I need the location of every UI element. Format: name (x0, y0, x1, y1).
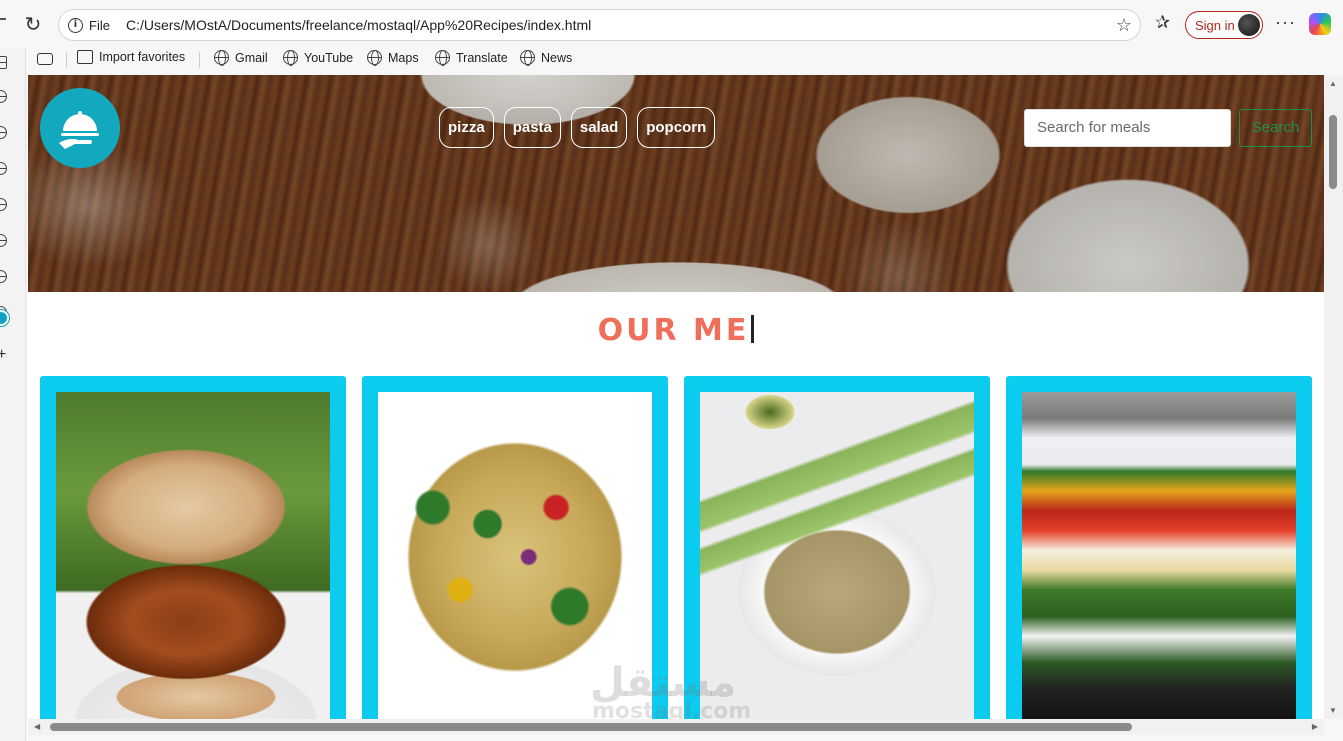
quinoa-salad-photo[interactable] (700, 392, 974, 719)
burger-photo[interactable] (56, 392, 330, 719)
address-bar[interactable]: i File C:/Users/MOstA/Documents/freelanc… (58, 9, 1141, 41)
vertical-scrollbar[interactable]: ▲ ▼ (1324, 75, 1343, 719)
globe-tab-icon[interactable] (0, 90, 7, 103)
bookmark-translate[interactable]: Translate (435, 50, 508, 66)
sign-in-label: Sign in (1195, 17, 1235, 33)
tab-icon[interactable] (0, 56, 7, 69)
reading-view-icon[interactable] (37, 53, 53, 65)
globe-tab-icon[interactable] (0, 270, 7, 283)
category-buttons: pizza pasta salad popcorn (439, 107, 716, 148)
bookmark-news[interactable]: News (520, 50, 573, 66)
bookmark-label: Maps (388, 50, 419, 65)
layered-jar-salad-photo[interactable] (1022, 392, 1296, 719)
bookmark-gmail[interactable]: Gmail (214, 50, 268, 66)
meal-card[interactable] (684, 376, 990, 719)
serving-cloche-icon (59, 111, 99, 149)
bookmark-youtube[interactable]: YouTube (283, 50, 354, 66)
globe-tab-icon[interactable] (0, 234, 7, 247)
sign-in-button[interactable]: Sign in (1185, 11, 1263, 39)
globe-tab-icon[interactable] (0, 162, 7, 175)
bookmark-import-favorites[interactable]: Import favorites (77, 50, 185, 64)
category-pizza-button[interactable]: pizza (439, 107, 494, 148)
browser-window: ↻ i File C:/Users/MOstA/Documents/freela… (0, 0, 1343, 741)
scroll-left-icon[interactable]: ◀ (34, 722, 40, 731)
bookmark-label: Import favorites (99, 50, 186, 64)
pasta-salad-photo[interactable] (378, 392, 652, 719)
bookmark-label: Gmail (235, 50, 268, 65)
bookmark-separator (199, 52, 200, 68)
globe-icon (214, 50, 229, 66)
bookmark-label: YouTube (304, 50, 354, 65)
url-text[interactable]: C:/Users/MOstA/Documents/freelance/mosta… (126, 17, 591, 33)
reload-icon[interactable]: ↻ (22, 13, 44, 35)
meal-search-input[interactable]: Search for meals (1024, 109, 1231, 147)
bookmark-label: News (541, 50, 573, 65)
category-salad-button[interactable]: salad (570, 107, 628, 148)
globe-icon (283, 50, 298, 66)
address-row: ↻ i File C:/Users/MOstA/Documents/freela… (0, 0, 1343, 48)
vertical-tabs-sidebar: + (0, 48, 26, 741)
bookmark-label: Translate (456, 50, 508, 65)
horizontal-scroll-thumb[interactable] (50, 723, 1132, 731)
logo[interactable] (40, 88, 120, 168)
copilot-icon[interactable] (1309, 13, 1331, 35)
active-tab-icon[interactable] (0, 310, 9, 326)
scroll-down-icon[interactable]: ▼ (1329, 706, 1337, 715)
section-title-text: OUR ME (597, 313, 750, 348)
horizontal-scrollbar[interactable]: ◀ ▶ (28, 719, 1324, 735)
bookmark-separator (66, 52, 67, 68)
back-icon[interactable] (0, 18, 6, 20)
globe-icon (435, 50, 450, 66)
category-popcorn-button[interactable]: popcorn (637, 107, 716, 148)
page-viewport: pizza pasta salad popcorn Search for mea… (28, 75, 1324, 719)
section-title: OUR ME (28, 313, 1324, 348)
watermark-latin: mostaql.com (592, 699, 752, 719)
typing-cursor (751, 315, 755, 343)
info-icon[interactable]: i (68, 17, 83, 33)
meal-card[interactable] (362, 376, 668, 719)
vertical-scroll-thumb[interactable] (1329, 115, 1337, 189)
category-pasta-button[interactable]: pasta (503, 107, 561, 148)
file-label: File (89, 17, 110, 33)
globe-tab-icon[interactable] (0, 126, 7, 139)
search-button[interactable]: Search (1239, 109, 1312, 147)
new-tab-plus-icon[interactable]: + (0, 346, 6, 364)
more-options-icon[interactable]: ··· (1275, 12, 1296, 33)
hero-header: pizza pasta salad popcorn Search for mea… (28, 75, 1324, 292)
favorites-icon[interactable]: ✰ (1155, 12, 1170, 33)
scroll-right-icon[interactable]: ▶ (1312, 722, 1318, 731)
globe-icon (367, 50, 382, 66)
globe-tab-icon[interactable] (0, 198, 7, 211)
avatar (1238, 14, 1260, 36)
import-icon (77, 50, 93, 64)
bookmark-maps[interactable]: Maps (367, 50, 419, 66)
meal-card[interactable] (1006, 376, 1312, 719)
favorite-star-icon[interactable]: ☆ (1116, 15, 1132, 36)
globe-icon (520, 50, 535, 66)
scroll-up-icon[interactable]: ▲ (1329, 79, 1337, 88)
meal-card[interactable] (40, 376, 346, 719)
